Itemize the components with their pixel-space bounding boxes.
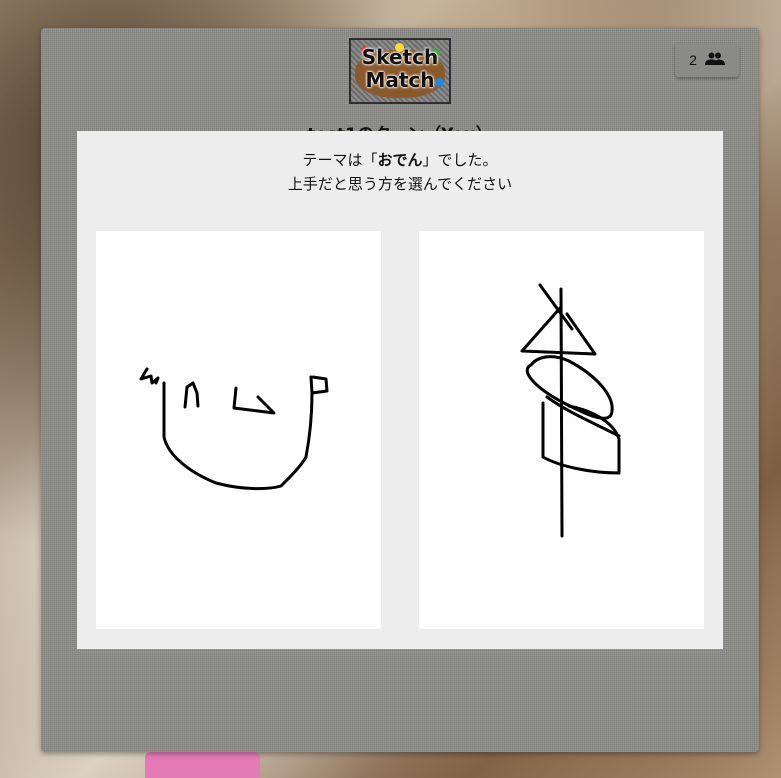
vote-dialog: テーマは「おでん」でした。 上手だと思う方を選んでください — [77, 131, 723, 649]
sketch-match-logo: Sketch Match — [349, 38, 451, 104]
people-icon — [704, 52, 725, 69]
theme-line: テーマは「おでん」でした。 — [302, 151, 498, 169]
theme-word: おでん — [377, 151, 423, 169]
players-button[interactable]: 2 — [675, 43, 739, 77]
drawing-2-canvas — [520, 283, 621, 538]
drawing-option-2[interactable] — [419, 231, 704, 629]
dialog-message: テーマは「おでん」でした。 上手だと思う方を選んでください — [77, 148, 723, 196]
instruction-line: 上手だと思う方を選んでください — [287, 175, 513, 193]
players-count: 2 — [689, 52, 697, 68]
drawing-1-canvas — [139, 367, 329, 491]
background-decoration — [145, 752, 260, 778]
drawing-option-1[interactable] — [96, 231, 381, 629]
logo-text: Sketch Match — [361, 45, 439, 92]
